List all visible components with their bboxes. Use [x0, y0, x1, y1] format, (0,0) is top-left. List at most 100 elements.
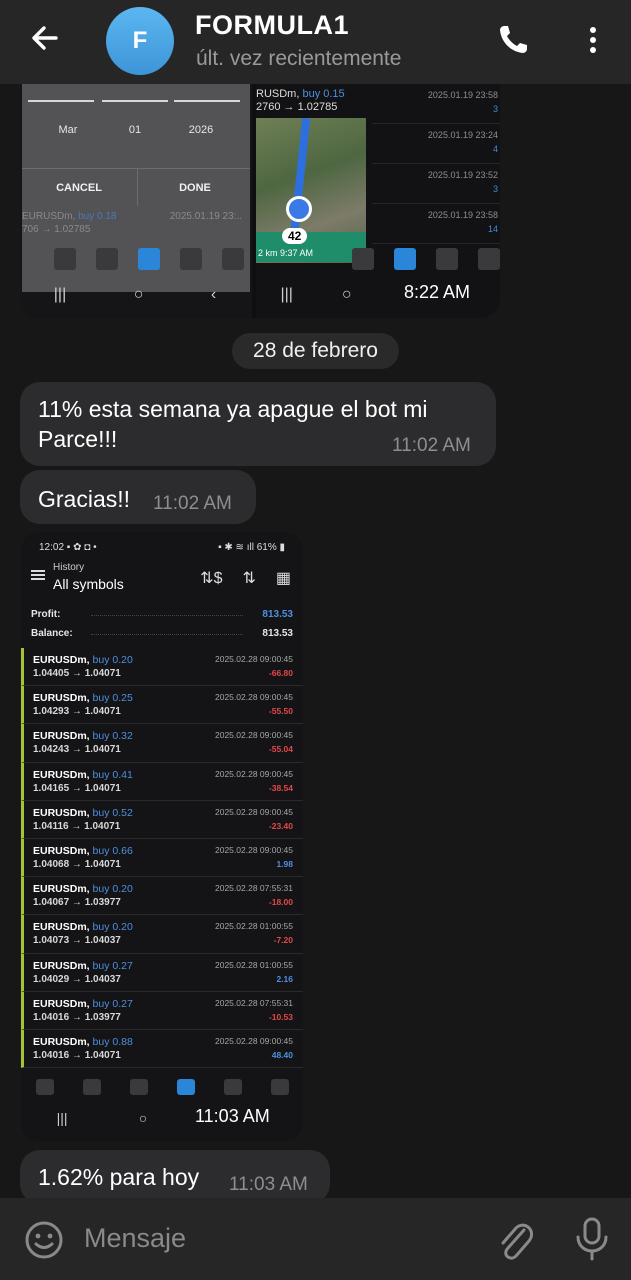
trade-row: 2025.01.19 23:58 3 [372, 84, 500, 124]
more-options-icon[interactable] [578, 22, 608, 58]
picker-done: DONE [179, 182, 211, 194]
trade-row: 2025.01.19 23:52 3 [372, 164, 500, 204]
app-nav-bar [352, 244, 500, 274]
message-text: 1.62% para hoy [38, 1164, 200, 1190]
app-nav-bar [21, 1067, 303, 1107]
trade-date: 2025.02.28 09:00:45 [215, 768, 293, 779]
message-text: Gracias!! [38, 486, 131, 512]
trade-symbol: EURUSDm, buy 0.88 [33, 1035, 133, 1048]
phone-icon[interactable] [495, 22, 531, 58]
trade-side: buy 0.66 [92, 844, 133, 857]
history-title: History [53, 562, 85, 573]
profit-line: Profit: 813.53 [31, 609, 293, 620]
trade-profit: 48.40 [271, 1049, 293, 1060]
trade-row: 2025.01.19 23:58 14 [372, 204, 500, 244]
currency-icon: ⇅$ [200, 570, 223, 587]
speed-badge: 42 [282, 228, 308, 244]
message-time: 11:02 AM [392, 435, 471, 456]
trade-row: EURUSDm, buy 0.20 1.04067 → 1.03977 2025.0… [21, 877, 303, 916]
trade-date: 2025.02.28 09:00:45 [215, 1035, 293, 1046]
trade-side: buy 0.20 [92, 921, 133, 934]
trade-prices: 1.04116 → 1.04071 [33, 820, 121, 832]
status-bar-time: 12:02 ▪ ✿ ◘ • [39, 542, 97, 553]
trade-symbol: EURUSDm, buy 0.20 [33, 654, 133, 666]
status-bar-battery: ▪ ✱ ≋ ıll 61% ▮ [218, 542, 285, 553]
trade-row: EURUSDm, buy 0.66 1.04068 → 1.04071 2025.0… [21, 838, 303, 878]
message-time: 11:03 AM [229, 1174, 308, 1195]
emoji-icon[interactable] [24, 1220, 64, 1260]
trade-side: buy 0.20 [92, 883, 133, 896]
trade-prices: 1.04068 → 1.04071 [33, 858, 121, 870]
trade-side: buy 0.41 [92, 768, 133, 781]
map-info-bar: 2 km 9:37 AM [256, 232, 366, 262]
trade-date: 2025.02.28 09:00:45 [215, 654, 293, 664]
picker-cancel: CANCEL [56, 182, 102, 194]
trade-side: buy 0.25 [92, 692, 133, 705]
trade-prices: 1.04016 → 1.04071 [33, 1049, 121, 1061]
trade-profit: -7.20 [273, 935, 293, 946]
trade-profit: -38.54 [268, 782, 293, 793]
trade-side: buy 0.88 [92, 1035, 133, 1048]
sort-icon: ⇅ [242, 570, 256, 587]
trade-row: EURUSDm, buy 0.41 1.04165 → 1.04071 2025.0… [21, 762, 303, 801]
trade-profit: -23.40 [268, 820, 293, 831]
trade-prices: 1.04293 → 1.04071 [33, 706, 121, 718]
image-message-history[interactable]: 12:02 ▪ ✿ ◘ • ▪ ✱ ≋ ıll 61% ▮ History Al… [21, 532, 303, 1141]
message-bubble[interactable]: Gracias!! 11:02 AM [20, 470, 256, 524]
navigation-arrow-icon [286, 196, 312, 222]
trade-symbol: EURUSDm, buy 0.27 [33, 959, 133, 972]
trade-date: 2025.02.28 07:55:31 [215, 997, 293, 1008]
chat-status: últ. vez recientemente [196, 47, 402, 70]
message-time: 11:03 AM [195, 1106, 270, 1126]
android-nav-bar: ||| ○ ‹ [53, 286, 217, 303]
hamburger-icon [31, 570, 45, 580]
message-bubble[interactable]: 1.62% para hoy 11:03 AM [20, 1150, 330, 1204]
back-arrow-icon[interactable] [26, 18, 66, 58]
picker-day: 01 [128, 124, 142, 136]
message-bubble[interactable]: 11% esta semana ya apague el bot mi Parc… [20, 382, 496, 466]
trade-row: EURUSDm, buy 0.20 1.04405 → 1.04071 2025.0… [21, 648, 303, 687]
chat-title[interactable]: FORMULA1 [195, 10, 349, 41]
trade-symbol: EURUSDm, buy 0.52 [33, 806, 133, 819]
trade-date: 2025.02.28 01:00:55 [215, 959, 293, 970]
trade-profit: -55.04 [268, 744, 293, 755]
trade-row: EURUSDm, buy 0.88 1.04016 → 1.04071 2025.0… [21, 1029, 303, 1069]
trade-prices: 1.04073 → 1.04037 [33, 935, 121, 947]
trade-prices: 1.04405 → 1.04071 [33, 668, 121, 679]
microphone-icon[interactable] [572, 1216, 612, 1262]
image-message-screenshots[interactable]: Mar 01 2026 CANCEL DONE EURUSDm, buy 0.1… [20, 84, 500, 318]
trade-side: buy 0.27 [92, 997, 133, 1010]
trade-row: 2025.01.19 23:24 4 [372, 124, 500, 164]
trade-side: buy 0.52 [92, 806, 133, 819]
trade-side: buy 0.32 [92, 730, 133, 743]
history-subtitle: All symbols [53, 576, 124, 592]
trade-profit: -66.80 [268, 668, 293, 678]
trade-symbol: EURUSDm, buy 0.66 [33, 844, 133, 857]
trade-row: EURUSDm, buy 0.20 1.04073 → 1.04037 2025.0… [21, 915, 303, 954]
avatar[interactable]: F [106, 7, 174, 75]
trade-side: buy 0.27 [92, 959, 133, 972]
trade-prices: 1.04243 → 1.04071 [33, 744, 121, 756]
screenshot-date-picker: Mar 01 2026 CANCEL DONE EURUSDm, buy 0.1… [20, 84, 252, 318]
trade-date: 2025.02.28 09:00:45 [215, 730, 293, 741]
history-toolbar: ⇅$ ⇅ ▦ [200, 568, 291, 588]
trade-date: 2025.02.28 09:00:45 [215, 806, 293, 817]
trade-profit: -10.53 [268, 1011, 293, 1022]
trade-date: 2025.02.28 07:55:31 [215, 883, 293, 894]
app-nav-bar [54, 244, 244, 274]
attach-icon[interactable] [494, 1218, 534, 1262]
trade-symbol: EURUSDm, buy 0.27 [33, 997, 133, 1010]
trade-prices: 1.04067 → 1.03977 [33, 897, 121, 909]
trade-row: EURUSDm, buy 0.27 1.04016 → 1.03977 2025.0… [21, 991, 303, 1030]
message-input[interactable]: Mensaje [84, 1223, 186, 1254]
balance-line: Balance: 813.53 [31, 628, 293, 639]
trade-side: buy 0.20 [92, 654, 133, 666]
android-nav-bar: ||| ○ [280, 286, 352, 303]
trade-symbol: EURUSDm, buy 0.32 [33, 730, 133, 743]
trade-profit: 1.98 [276, 858, 293, 869]
calendar-icon: ▦ [275, 570, 291, 587]
chat-header: F FORMULA1 últ. vez recientemente [0, 0, 631, 84]
trade-row: EURUSDm, buy 0.25 1.04293 → 1.04071 2025.0… [21, 686, 303, 725]
trade-row: EURUSDm, buy 0.52 1.04116 → 1.04071 2025.0… [21, 800, 303, 839]
trade-date: 2025.02.28 09:00:45 [215, 844, 293, 855]
